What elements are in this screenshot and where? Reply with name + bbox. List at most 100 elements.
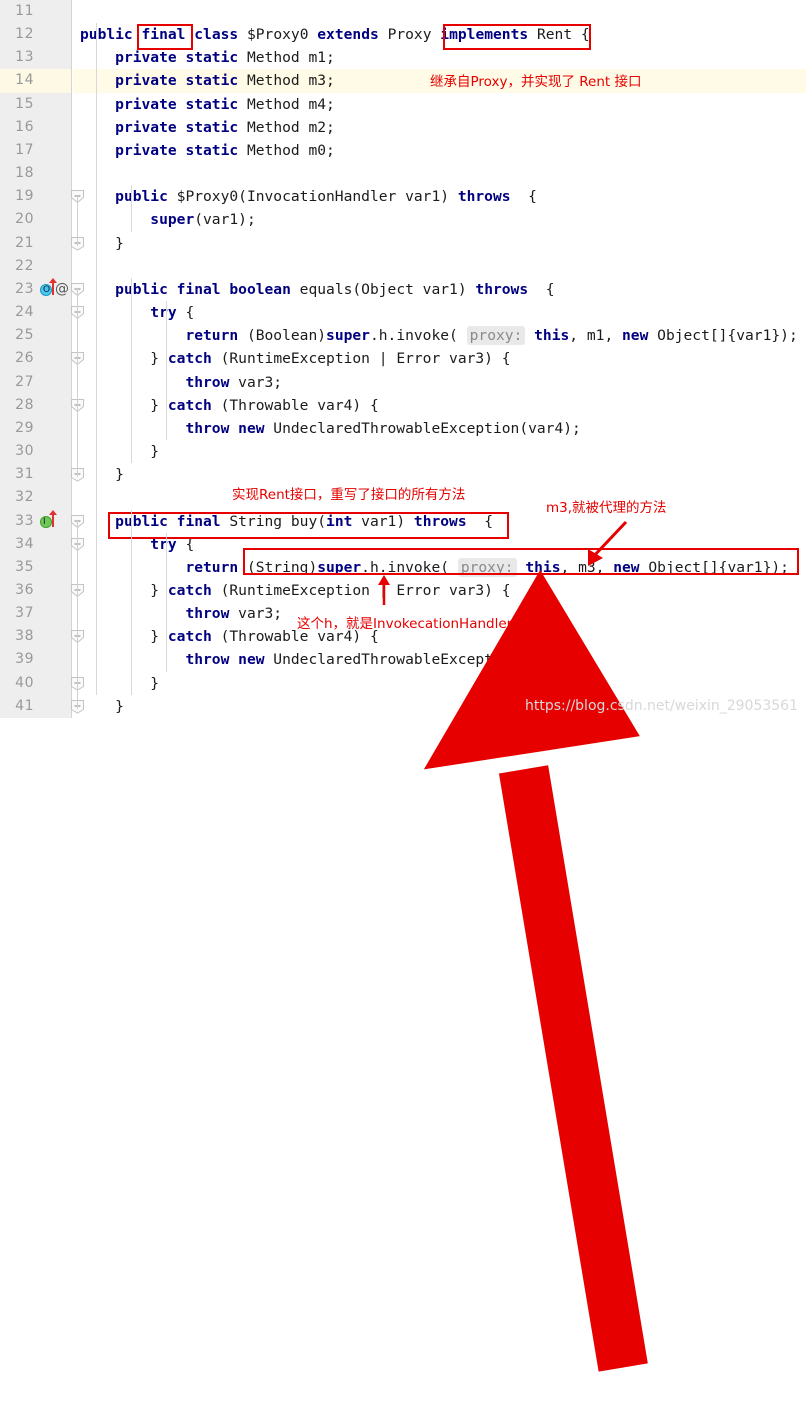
line-number: 35 [15,558,34,575]
line-number: 25 [15,327,34,344]
line-number: 22 [15,257,34,274]
line-number: 18 [15,165,34,182]
keyword-token: throws [413,512,467,530]
code-line[interactable]: 29 throw new UndeclaredThrowableExceptio… [0,417,806,440]
code-token: { [466,512,493,530]
line-code-background [73,440,806,463]
line-number: 41 [15,697,34,714]
line-number: 27 [15,373,34,390]
code-token: Method m2; [238,118,335,136]
code-line[interactable]: 21 } [0,232,806,255]
annotation-h-is-invocationhandler: 这个h，就是InvokecationHandler [297,616,513,632]
code-line[interactable]: 28 } catch (Throwable var4) { [0,394,806,417]
code-line[interactable]: 26 } catch (RuntimeException | Error var… [0,347,806,370]
marker-glyph: I [43,516,46,527]
code-editor[interactable]: 11 12 public final class $Proxy0 extends P… [0,0,806,1372]
code-line[interactable]: 16 private static Method m2; [0,116,806,139]
code-token: , m3, [560,558,614,576]
line-number: 37 [15,605,34,622]
code-line[interactable]: 33 I public final String buy(int var1) th… [0,509,806,533]
line-number: 36 [15,582,34,598]
indent-guide [131,185,132,232]
code-line[interactable]: 18 [0,162,806,185]
code-token: (RuntimeException | Error var3) { [211,582,511,599]
code-line[interactable]: 14 private static Method m3; [0,69,806,93]
parameter-hint: proxy: [457,557,517,577]
keyword-token: this [525,558,561,576]
code-line[interactable]: 36 } catch (RuntimeException | Error var… [0,579,806,602]
code-line[interactable]: 22 [0,255,806,278]
keyword-token: throws [457,188,511,206]
indent-guide [131,277,132,464]
code-line[interactable]: 39 throw new UndeclaredThrowableExceptio… [0,648,806,671]
keyword-token: int [326,512,353,530]
code-line[interactable]: 34 try { [0,533,806,556]
line-code-background [73,0,806,23]
code-text: return (Boolean)super.h.invoke( proxy: t… [80,324,798,347]
keyword-token: private static [115,95,239,113]
code-text: throw new UndeclaredThrowableException(v… [80,648,580,671]
code-line[interactable]: 24 try { [0,301,806,324]
annotation-implements-rent: 实现Rent接口，重写了接口的所有方法 [232,487,466,503]
code-token: { [176,304,195,322]
code-line[interactable]: 20 super(var1); [0,208,806,231]
keyword-token: this [534,327,570,345]
code-token: } [80,234,124,252]
code-line[interactable]: 30 } [0,440,806,463]
line-code-background [73,162,806,185]
code-text: return (String)super.h.invoke( proxy: th… [80,556,789,579]
code-line[interactable]: 35 return (String)super.h.invoke( proxy:… [0,556,806,579]
code-token: String buy( [220,512,327,530]
code-token: .h.invoke( [369,327,467,345]
line-number: 38 [15,628,34,645]
line-number: 17 [15,141,34,158]
keyword-token: super [317,558,362,576]
code-text: } [80,232,124,255]
code-token: , m1, [569,327,623,345]
code-line[interactable]: 40 } [0,672,806,695]
marker-dot-icon: O [40,283,52,296]
line-number: 11 [15,3,34,19]
code-line[interactable]: 25 return (Boolean)super.h.invoke( proxy… [0,324,806,347]
keyword-token: super [150,211,195,229]
code-line[interactable]: 17 private static Method m0; [0,139,806,162]
line-number: 20 [15,211,34,228]
code-line[interactable]: 13 private static Method m1; [0,46,806,69]
code-line[interactable]: 15 private static Method m4; [0,93,806,116]
code-line[interactable]: 12 public final class $Proxy0 extends Pro… [0,23,806,46]
code-token: { [528,280,555,298]
annotation-m3-proxied-method: m3,就被代理的方法 [546,500,667,516]
code-token: Object[]{var1}); [639,558,789,576]
keyword-token: throw new [185,419,265,437]
code-line[interactable]: 11 [0,0,806,23]
keyword-token: extends [317,26,379,44]
code-line[interactable]: 27 throw var3; [0,371,806,394]
line-code-background [73,255,806,278]
line-number: 24 [15,304,34,321]
line-number: 31 [15,466,34,483]
code-line[interactable]: 19 public $Proxy0(InvocationHandler var1… [0,185,806,208]
keyword-token: return [185,327,239,345]
code-token: { [176,535,195,553]
code-token: Object[]{var1}); [648,327,798,345]
code-token: Method m3; [238,72,335,90]
code-text: public final boolean equals(Object var1)… [80,278,554,301]
code-text: } [80,440,159,463]
code-text: private static Method m4; [80,93,335,116]
code-text: try { [80,301,194,324]
implement-method-icon[interactable]: I [40,509,72,533]
fold-connector-line [77,311,78,455]
code-text: private static Method m3; [80,69,335,92]
line-number: 13 [15,49,34,66]
watermark: https://blog.csdn.net/weixin_29053561 [524,698,798,714]
code-line[interactable]: 23 O @ public final boolean equals(Object … [0,277,806,301]
up-arrow-icon [49,277,57,295]
